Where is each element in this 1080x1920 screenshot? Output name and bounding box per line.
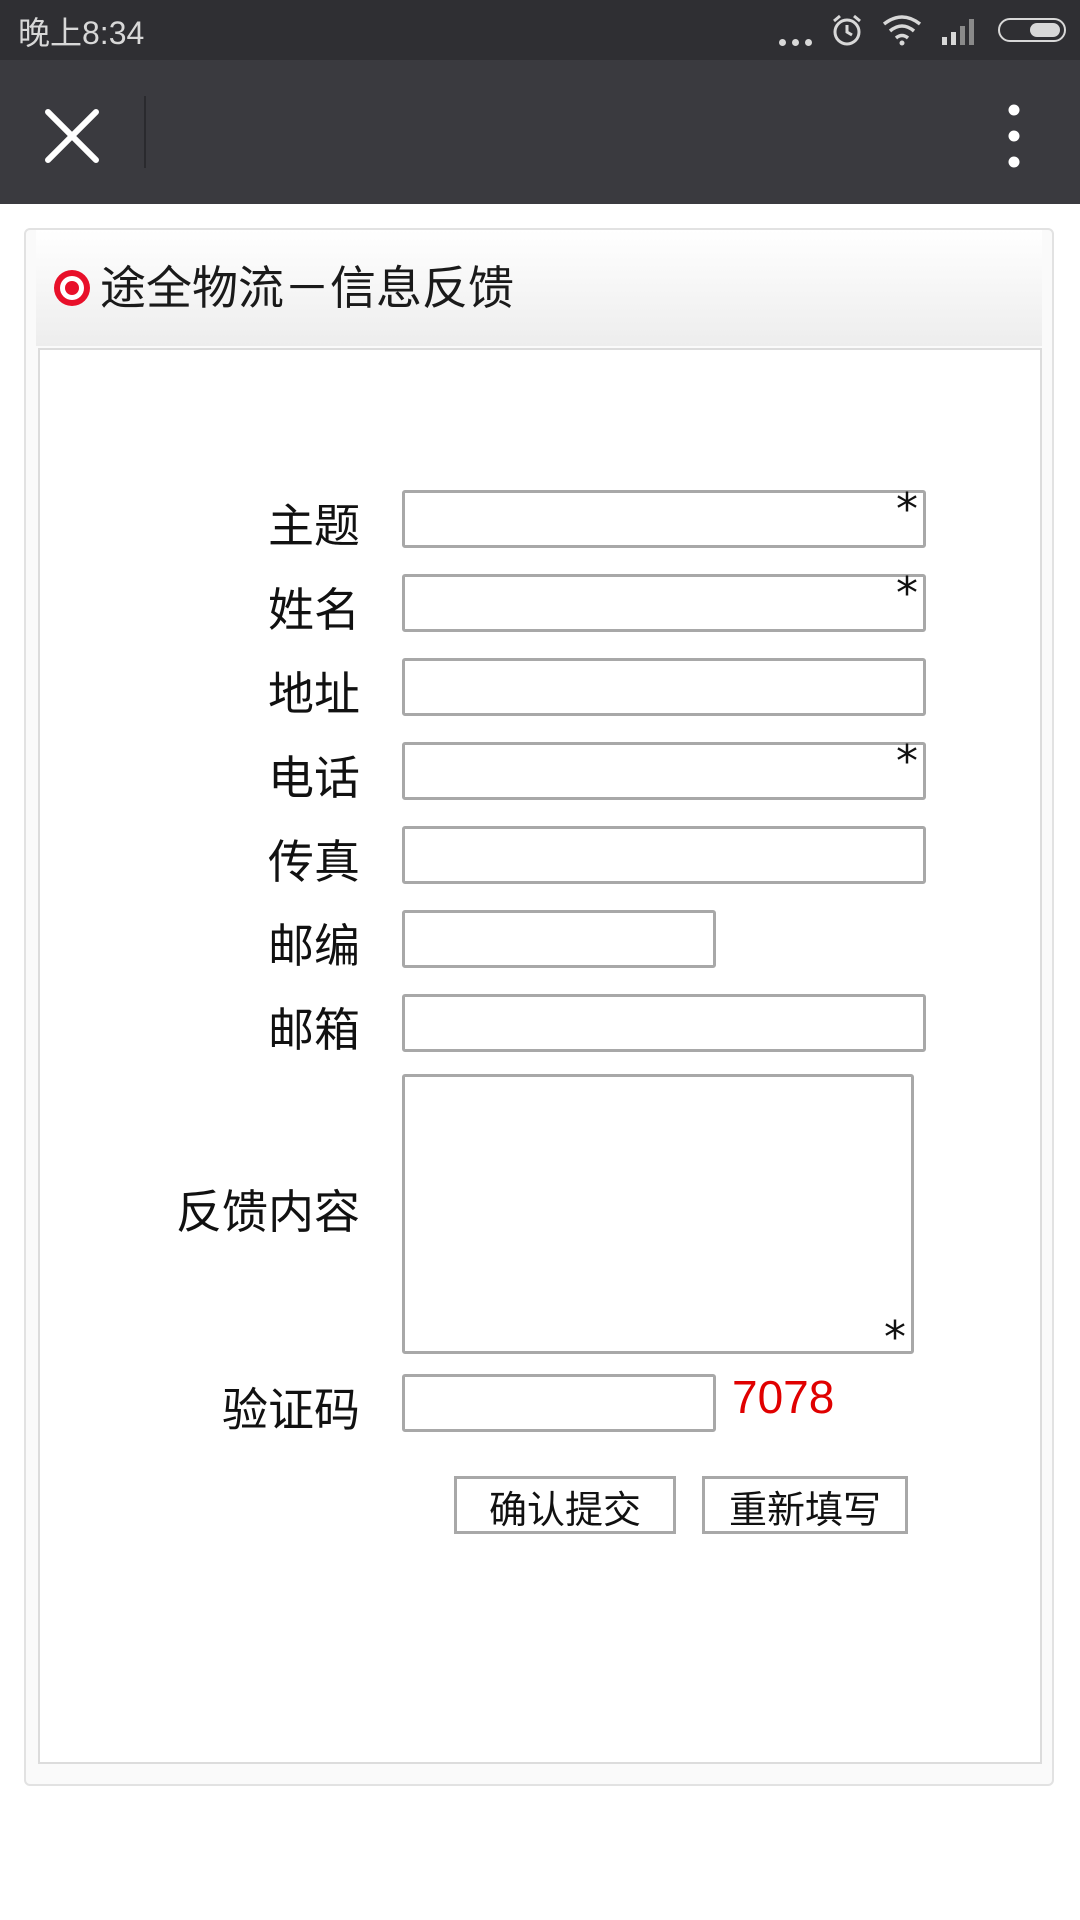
required-mark: * bbox=[896, 736, 918, 787]
required-mark: * bbox=[896, 568, 918, 619]
captcha-input[interactable] bbox=[402, 1374, 716, 1432]
fax-label: 传真 bbox=[268, 835, 360, 889]
address-label: 地址 bbox=[268, 667, 360, 721]
nav-divider bbox=[144, 96, 146, 168]
reset-button[interactable]: 重新填写 bbox=[702, 1476, 908, 1534]
more-dots-icon bbox=[779, 10, 812, 50]
battery-icon bbox=[998, 18, 1066, 42]
status-icons bbox=[779, 10, 1066, 50]
name-input[interactable] bbox=[402, 574, 926, 632]
required-mark: * bbox=[884, 1312, 906, 1363]
panel-header: 途全物流－信息反馈 bbox=[36, 230, 1042, 346]
fax-input[interactable] bbox=[402, 826, 926, 884]
captcha-label: 验证码 bbox=[222, 1383, 360, 1437]
status-bar: 晚上8:34 bbox=[0, 0, 1080, 60]
more-vertical-icon bbox=[1008, 104, 1020, 168]
content-textarea[interactable] bbox=[402, 1074, 914, 1354]
required-mark: * bbox=[896, 484, 918, 535]
captcha-code: 7078 bbox=[732, 1371, 835, 1423]
phone-label: 电话 bbox=[268, 751, 360, 805]
status-time: 晚上8:34 bbox=[18, 15, 145, 51]
more-menu-button[interactable] bbox=[984, 96, 1044, 176]
content-label: 反馈内容 bbox=[176, 1185, 360, 1239]
postcode-input[interactable] bbox=[402, 910, 716, 968]
feedback-panel: 途全物流－信息反馈 主题 * 姓名 * 地址 电话 * 传真 邮编 邮箱 反馈内… bbox=[24, 228, 1054, 1786]
phone-input[interactable] bbox=[402, 742, 926, 800]
submit-button[interactable]: 确认提交 bbox=[454, 1476, 676, 1534]
close-icon bbox=[45, 109, 99, 163]
email-label: 邮箱 bbox=[268, 1003, 360, 1057]
name-label: 姓名 bbox=[268, 583, 360, 637]
nav-bar bbox=[0, 60, 1080, 204]
page-title: 途全物流－信息反馈 bbox=[100, 261, 514, 315]
target-icon bbox=[54, 270, 90, 306]
subject-input[interactable] bbox=[402, 490, 926, 548]
signal-icon bbox=[942, 19, 974, 45]
feedback-form: 主题 * 姓名 * 地址 电话 * 传真 邮编 邮箱 反馈内容 * 验证码 70… bbox=[38, 348, 1042, 1764]
address-input[interactable] bbox=[402, 658, 926, 716]
alarm-icon bbox=[833, 14, 861, 46]
wifi-icon bbox=[882, 15, 922, 46]
email-input[interactable] bbox=[402, 994, 926, 1052]
subject-label: 主题 bbox=[268, 499, 360, 553]
close-button[interactable] bbox=[32, 96, 112, 176]
postcode-label: 邮编 bbox=[268, 919, 360, 973]
